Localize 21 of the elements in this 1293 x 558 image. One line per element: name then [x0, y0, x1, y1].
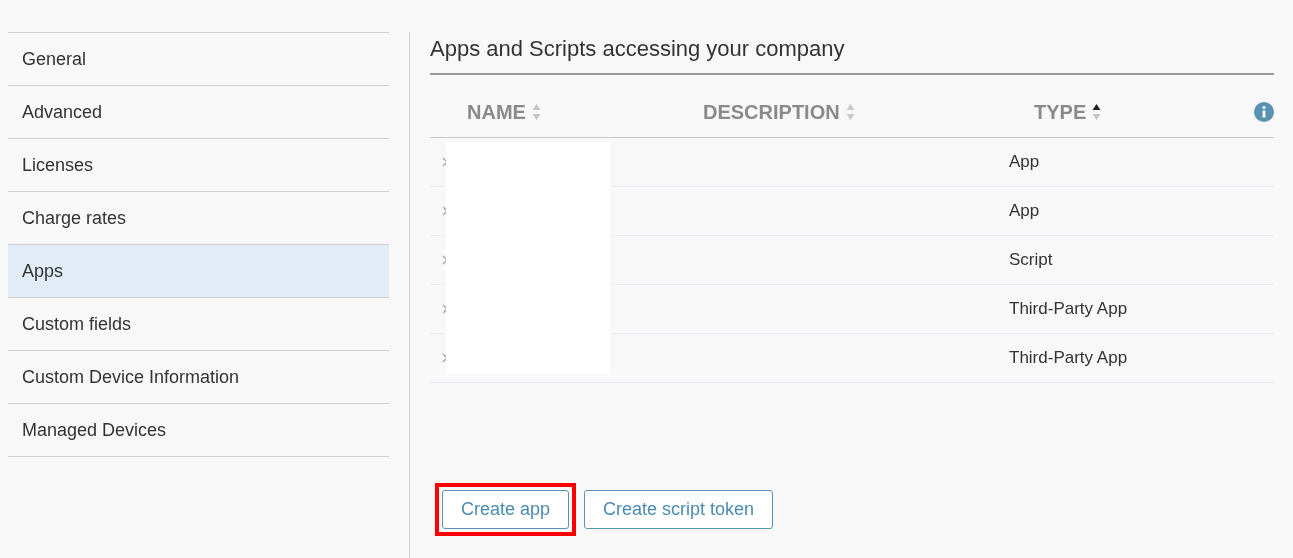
chevron-icon[interactable] [442, 255, 448, 265]
action-button[interactable]: Create script token [584, 490, 774, 529]
table-cell-text: Third-Party App [1009, 299, 1129, 319]
chevron-icon[interactable] [442, 353, 448, 363]
sidebar-item[interactable]: Advanced [8, 85, 389, 138]
info-icon[interactable] [1254, 102, 1274, 122]
sidebar-item[interactable]: Custom fields [8, 297, 389, 350]
action-button[interactable]: Create app [442, 490, 570, 529]
chevron-icon[interactable] [442, 157, 448, 167]
sidebar-item[interactable]: Managed Devices [8, 403, 389, 457]
table-cell-text: App [1009, 201, 1041, 221]
sidebar-item[interactable]: Licenses [8, 138, 389, 191]
sidebar-item[interactable]: General [8, 32, 389, 85]
chevron-icon[interactable] [442, 304, 448, 314]
table-cell-text: Script [1009, 250, 1054, 270]
sidebar-item[interactable]: Apps [8, 244, 389, 297]
chevron-icon[interactable] [442, 206, 448, 216]
page-title: Apps and Scripts accessing your company [430, 36, 1274, 75]
sidebar-item[interactable]: Custom Device Information [8, 350, 389, 403]
table-cell-text: App [1009, 152, 1041, 172]
table-cell-text: Third-Party App [1009, 348, 1129, 368]
